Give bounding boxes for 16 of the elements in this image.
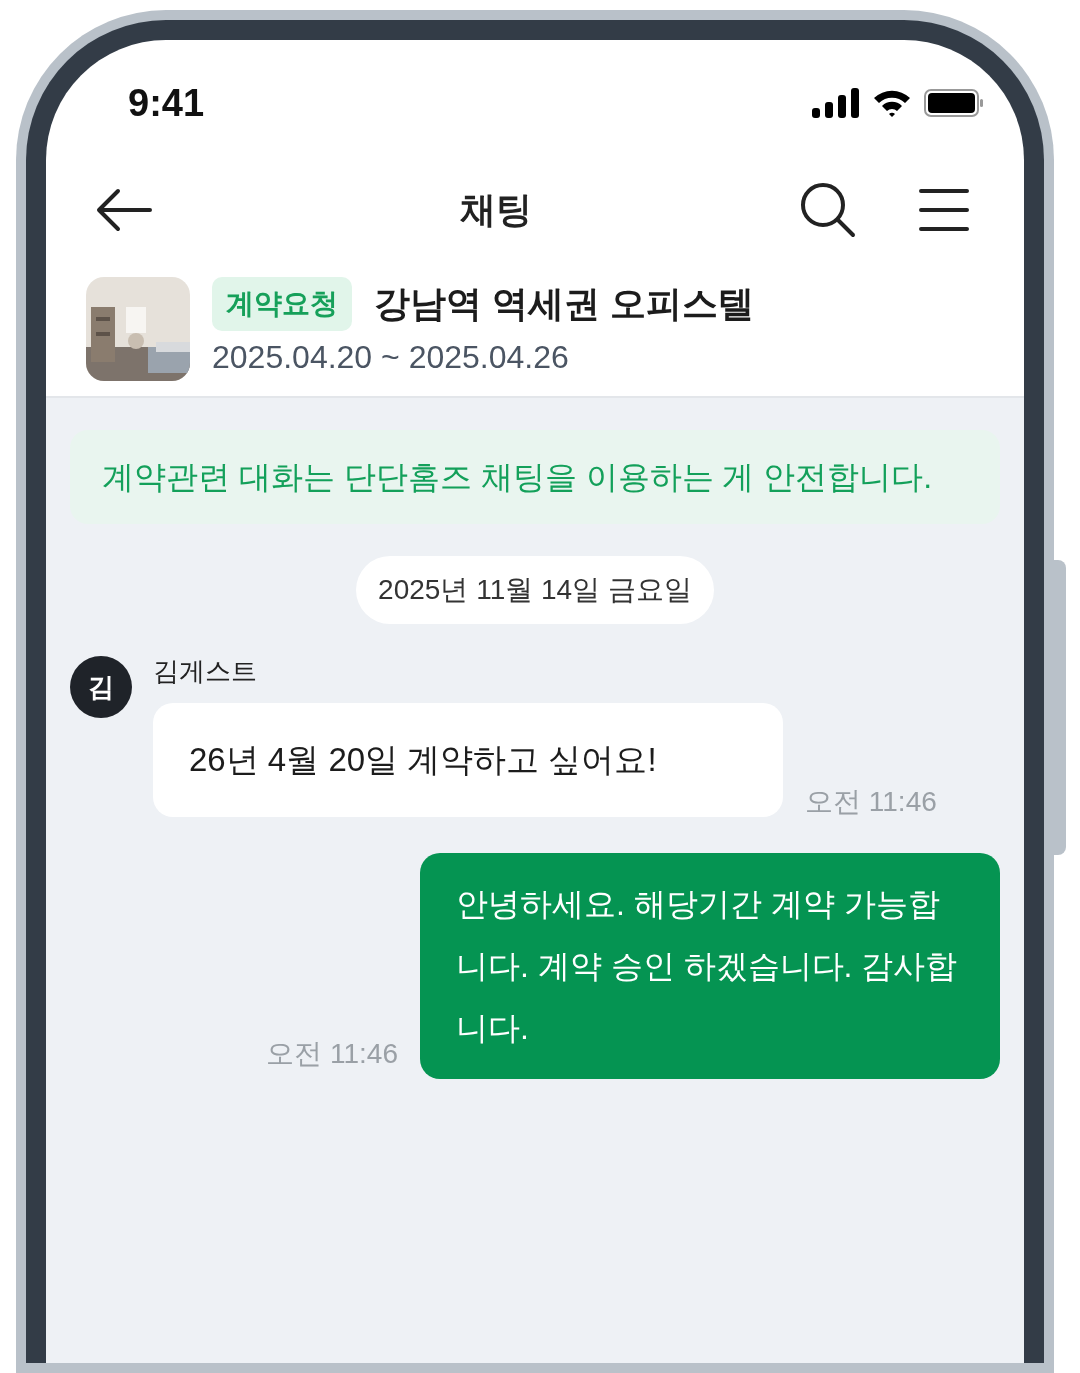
wifi-icon [872,88,912,118]
status-time: 9:41 [128,80,205,126]
avatar: 김 [70,656,132,718]
message-bubble: 26년 4월 20일 계약하고 싶어요! [153,703,783,817]
header-title: 채팅 [459,188,533,232]
battery-icon [924,88,984,118]
signal-icon [812,88,860,118]
sender-name: 김게스트 [153,655,258,688]
message-bubble: 안녕하세요. 해당기간 계약 가능합니다. 계약 승인 하겠습니다. 감사합니다. [420,853,1000,1079]
date-range: 2025.04.20 ~ 2025.04.26 [212,338,570,377]
message-time: 오전 11:46 [266,1037,398,1071]
search-button[interactable] [798,180,858,240]
status-badge: 계약요청 [212,277,352,331]
notice-banner: 계약관련 대화는 단단홈즈 채팅을 이용하는 게 안전합니다. [70,430,1000,524]
property-title: 강남역 역세권 오피스텔 [374,282,754,326]
message-time: 오전 11:46 [805,785,937,819]
